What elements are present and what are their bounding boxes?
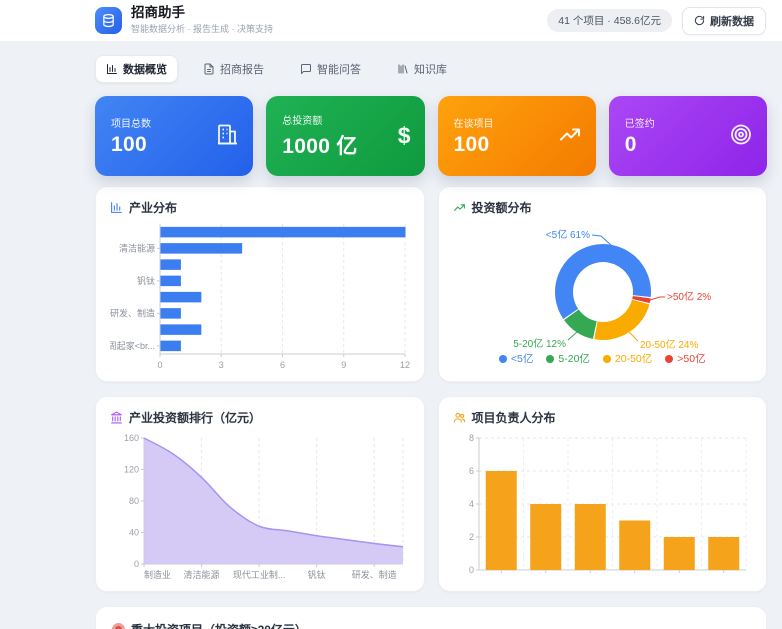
chart-title-row: 投资额分布 (453, 199, 753, 216)
refresh-icon (694, 15, 705, 26)
tab-0[interactable]: 数据概览 (95, 55, 178, 83)
investment-distribution-chart: <5亿 61% >50亿 2% 20-50亿 24% 5-20亿 12%<5亿 5-20… (453, 222, 753, 374)
target-icon (729, 123, 753, 150)
refresh-label: 刷新数据 (710, 13, 754, 29)
svg-text:研发、制造: 研发、制造 (352, 569, 397, 580)
svg-text:4: 4 (468, 499, 473, 509)
chart-title-row: 产业投资额排行（亿元） (110, 409, 410, 426)
database-icon (95, 7, 122, 34)
chart-title-row: 项目负责人分布 (453, 409, 753, 426)
svg-text:3: 3 (219, 360, 224, 370)
legend-dot (665, 355, 673, 363)
app-subtitle: 智能数据分析 · 报告生成 · 决策支持 (131, 22, 273, 35)
legend-label: <5亿 (511, 351, 533, 366)
refresh-button[interactable]: 刷新数据 (682, 7, 766, 35)
svg-text:6: 6 (280, 360, 285, 370)
dollar-icon: $ (398, 123, 411, 150)
svg-text:0: 0 (157, 360, 162, 370)
red-circle-icon (112, 623, 125, 629)
svg-text:钒钛: 钒钛 (137, 275, 155, 286)
stat-label: 总投资额 (282, 112, 408, 127)
svg-text:120: 120 (124, 465, 139, 475)
svg-text:周起家<br...: 周起家<br... (110, 340, 155, 351)
svg-text:>50亿 2%: >50亿 2% (667, 290, 711, 303)
svg-text:9: 9 (341, 360, 346, 370)
stat-card-0: 项目总数100 (95, 96, 253, 176)
svg-text:12: 12 (400, 360, 410, 370)
legend-label: 20-50亿 (615, 351, 652, 366)
major-projects-card: 重大投资项目（投资额≥20亿元） (95, 606, 767, 629)
tab-label: 数据概览 (123, 61, 167, 77)
stat-value: 1000 亿 (282, 130, 408, 160)
svg-text:40: 40 (129, 528, 139, 538)
tab-label: 招商报告 (220, 61, 264, 77)
project-owner-chart: 0 2 4 6 8 (453, 432, 753, 584)
industry-distribution-chart: 0 3 6 9 12 清洁能源钒钛研发、制造周起家<br... (110, 222, 410, 374)
tab-label: 智能问答 (317, 61, 361, 77)
stat-card-3: 已签约0 (609, 96, 767, 176)
svg-text:8: 8 (468, 433, 473, 443)
chart-title-row: 产业分布 (110, 199, 410, 216)
nav-tabs: 数据概览 招商报告 智能问答 知识库 (95, 55, 767, 83)
users-icon (453, 411, 466, 424)
tab-2[interactable]: 智能问答 (289, 55, 372, 83)
industry-distribution-card: 产业分布 0 3 6 9 12 清洁能源钒钛研发、制造周起家<br... (95, 186, 425, 382)
stat-card-2: 在谈项目100 (438, 96, 596, 176)
svg-text:0: 0 (134, 559, 139, 569)
chart-title: 投资额分布 (472, 199, 532, 216)
legend-dot (499, 355, 507, 363)
legend-label: 5-20亿 (558, 351, 590, 366)
stat-card-1: 总投资额 1000 亿$ (266, 96, 424, 176)
svg-text:160: 160 (124, 433, 139, 443)
legend-item-1[interactable]: 5-20亿 (546, 351, 590, 366)
chart-title: 产业投资额排行（亿元） (129, 409, 261, 426)
tab-label: 知识库 (414, 61, 447, 77)
chart-title: 产业分布 (129, 199, 177, 216)
legend-label: >50亿 (677, 351, 705, 366)
project-summary-badge: 41 个项目 · 458.6亿元 (547, 9, 672, 32)
legend-item-0[interactable]: <5亿 (499, 351, 533, 366)
section-title-row: 重大投资项目（投资额≥20亿元） (112, 621, 750, 629)
donut-legend: <5亿 5-20亿 20-50亿 >50亿 (453, 351, 753, 366)
project-owner-card: 项目负责人分布 0 2 4 6 8 (438, 396, 768, 592)
svg-text:清洁能源: 清洁能源 (184, 569, 220, 580)
legend-dot (546, 355, 554, 363)
svg-text:80: 80 (129, 496, 139, 506)
svg-text:现代工业制...: 现代工业制... (233, 569, 286, 580)
tab-1[interactable]: 招商报告 (192, 55, 275, 83)
svg-text:研发、制造: 研发、制造 (110, 307, 155, 318)
svg-text:<5亿 61%: <5亿 61% (545, 228, 589, 241)
legend-item-2[interactable]: 20-50亿 (603, 351, 652, 366)
svg-text:2: 2 (468, 532, 473, 542)
chat-bubble-icon (300, 63, 312, 75)
trending-up-icon (558, 123, 582, 150)
legend-item-3[interactable]: >50亿 (665, 351, 705, 366)
library-icon (397, 63, 409, 75)
investment-distribution-card: 投资额分布 <5亿 61% >50亿 2% 20-50亿 24% 5-20亿 12%<… (438, 186, 768, 382)
chart-title: 项目负责人分布 (472, 409, 556, 426)
svg-text:制造业: 制造业 (144, 569, 171, 580)
svg-text:20-50亿 24%: 20-50亿 24% (640, 338, 698, 350)
app-title: 招商助手 (131, 6, 273, 21)
bar-chart-icon (106, 63, 118, 75)
charts-grid: 产业分布 036912清洁能源钒钛研发、制造周起家<br... 投资额分布 <5… (95, 186, 767, 592)
svg-text:0: 0 (468, 565, 473, 575)
svg-text:钒钛: 钒钛 (308, 569, 326, 580)
tab-3[interactable]: 知识库 (386, 55, 458, 83)
svg-text:5-20亿 12%: 5-20亿 12% (513, 337, 566, 350)
trending-up-icon (453, 201, 466, 214)
building-icon (215, 123, 239, 150)
investment-ranking-card: 产业投资额排行（亿元） 0 40 80 120 160 制造业 清洁能源 现代工业制... 钒钛… (95, 396, 425, 592)
investment-ranking-chart: 0 40 80 120 160 制造业 清洁能源 现代工业制... 钒钛 研发、制造 (110, 432, 410, 584)
document-icon (203, 63, 215, 75)
svg-text:清洁能源: 清洁能源 (119, 242, 155, 253)
svg-text:6: 6 (468, 466, 473, 476)
bank-icon (110, 411, 123, 424)
app-header: 招商助手 智能数据分析 · 报告生成 · 决策支持 41 个项目 · 458.6… (0, 0, 782, 42)
bar-chart-icon (110, 201, 123, 214)
dashboard-main: 数据概览 招商报告 智能问答 知识库 项目总数100 总投资额 1000 亿$ 在谈项目10… (0, 42, 782, 629)
legend-dot (603, 355, 611, 363)
stat-cards: 项目总数100 总投资额 1000 亿$ 在谈项目100已签约0 (95, 96, 767, 176)
section-title: 重大投资项目（投资额≥20亿元） (131, 621, 307, 629)
